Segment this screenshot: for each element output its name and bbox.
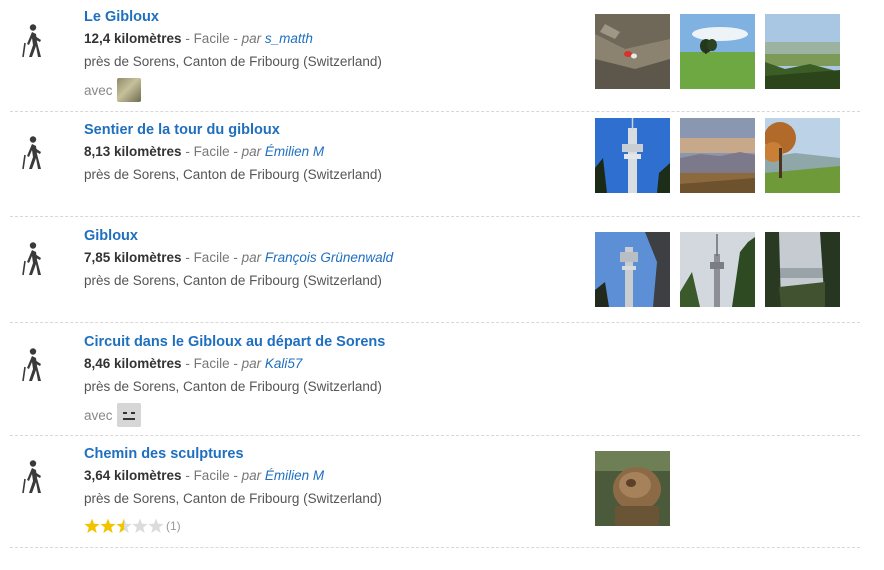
trail-meta: 12,4 kilomètres - Facile - par s_matth [84, 31, 313, 46]
trail-row: Circuit dans le Gibloux au départ de Sor… [10, 324, 860, 436]
trail-photos [595, 232, 840, 307]
trail-text: Le Gibloux 12,4 kilomètres - Facile - pa… [84, 8, 584, 103]
trail-difficulty: Facile [193, 250, 230, 265]
trail-difficulty: Facile [193, 468, 230, 483]
companions: avec [84, 77, 584, 103]
trail-photo[interactable] [765, 232, 840, 307]
trail-text: Circuit dans le Gibloux au départ de Sor… [84, 333, 584, 428]
by-label: par [241, 468, 262, 483]
trail-photo[interactable] [595, 118, 670, 193]
trail-text: Gibloux 7,85 kilomètres - Facile - par F… [84, 227, 584, 290]
star-rating[interactable]: (1) [84, 518, 584, 534]
trail-location: près de Sorens, Canton de Fribourg (Swit… [84, 54, 382, 69]
trail-location: près de Sorens, Canton de Fribourg (Swit… [84, 167, 382, 182]
companions: avec [84, 402, 584, 428]
trail-distance: 3,64 kilomètres [84, 468, 182, 483]
hiker-icon [22, 348, 41, 382]
star-icon [84, 518, 100, 533]
rating-count: (1) [166, 519, 181, 533]
companion-avatar[interactable] [116, 78, 141, 102]
trail-author[interactable]: Émilien M [265, 144, 324, 159]
trail-photo[interactable] [765, 118, 840, 193]
trail-photos [595, 118, 840, 193]
trail-photos [595, 14, 840, 89]
trail-meta: 8,13 kilomètres - Facile - par Émilien M [84, 144, 325, 159]
star-icon [100, 518, 116, 533]
trail-photo[interactable] [595, 451, 670, 526]
trail-row: Gibloux 7,85 kilomètres - Facile - par F… [10, 218, 860, 323]
by-label: par [241, 250, 262, 265]
trail-distance: 7,85 kilomètres [84, 250, 182, 265]
trail-author[interactable]: s_matth [265, 31, 313, 46]
trail-photo[interactable] [595, 232, 670, 307]
trail-row: Chemin des sculptures 3,64 kilomètres - … [10, 436, 860, 548]
by-label: par [241, 356, 262, 371]
trail-title[interactable]: Sentier de la tour du gibloux [84, 121, 584, 139]
trail-author[interactable]: François Grünenwald [265, 250, 393, 265]
trail-meta: 3,64 kilomètres - Facile - par Émilien M [84, 468, 325, 483]
trail-photo[interactable] [680, 232, 755, 307]
hiker-icon [22, 136, 41, 170]
trail-title[interactable]: Gibloux [84, 227, 584, 245]
trail-meta: 8,46 kilomètres - Facile - par Kali57 [84, 356, 303, 371]
stars-icon [84, 518, 164, 533]
hiker-icon [22, 24, 41, 58]
trail-distance: 12,4 kilomètres [84, 31, 182, 46]
star-icon [132, 518, 148, 533]
trail-location: près de Sorens, Canton de Fribourg (Swit… [84, 379, 382, 394]
with-label: avec [84, 82, 113, 98]
trail-difficulty: Facile [193, 144, 230, 159]
trail-author[interactable]: Émilien M [265, 468, 324, 483]
star-icon [116, 518, 132, 533]
trail-distance: 8,13 kilomètres [84, 144, 182, 159]
trail-row: Le Gibloux 12,4 kilomètres - Facile - pa… [10, 8, 860, 112]
companion-avatar[interactable] [116, 403, 141, 427]
trail-row: Sentier de la tour du gibloux 8,13 kilom… [10, 112, 860, 217]
trail-photo[interactable] [595, 14, 670, 89]
hiker-icon [22, 460, 41, 494]
trail-location: près de Sorens, Canton de Fribourg (Swit… [84, 491, 382, 506]
star-icon [148, 518, 164, 533]
trail-title[interactable]: Circuit dans le Gibloux au départ de Sor… [84, 333, 584, 351]
trail-text: Chemin des sculptures 3,64 kilomètres - … [84, 445, 584, 534]
trail-photo[interactable] [680, 14, 755, 89]
trail-photos [595, 451, 670, 526]
trail-photo[interactable] [680, 118, 755, 193]
trail-author[interactable]: Kali57 [265, 356, 303, 371]
trail-title[interactable]: Le Gibloux [84, 8, 584, 26]
trail-photo[interactable] [765, 14, 840, 89]
trail-distance: 8,46 kilomètres [84, 356, 182, 371]
trail-difficulty: Facile [193, 31, 230, 46]
by-label: par [241, 144, 262, 159]
hiker-icon [22, 242, 41, 276]
by-label: par [241, 31, 262, 46]
trail-text: Sentier de la tour du gibloux 8,13 kilom… [84, 121, 584, 184]
trail-title[interactable]: Chemin des sculptures [84, 445, 584, 463]
with-label: avec [84, 407, 113, 423]
trail-location: près de Sorens, Canton de Fribourg (Swit… [84, 273, 382, 288]
trail-difficulty: Facile [193, 356, 230, 371]
trail-meta: 7,85 kilomètres - Facile - par François … [84, 250, 394, 265]
